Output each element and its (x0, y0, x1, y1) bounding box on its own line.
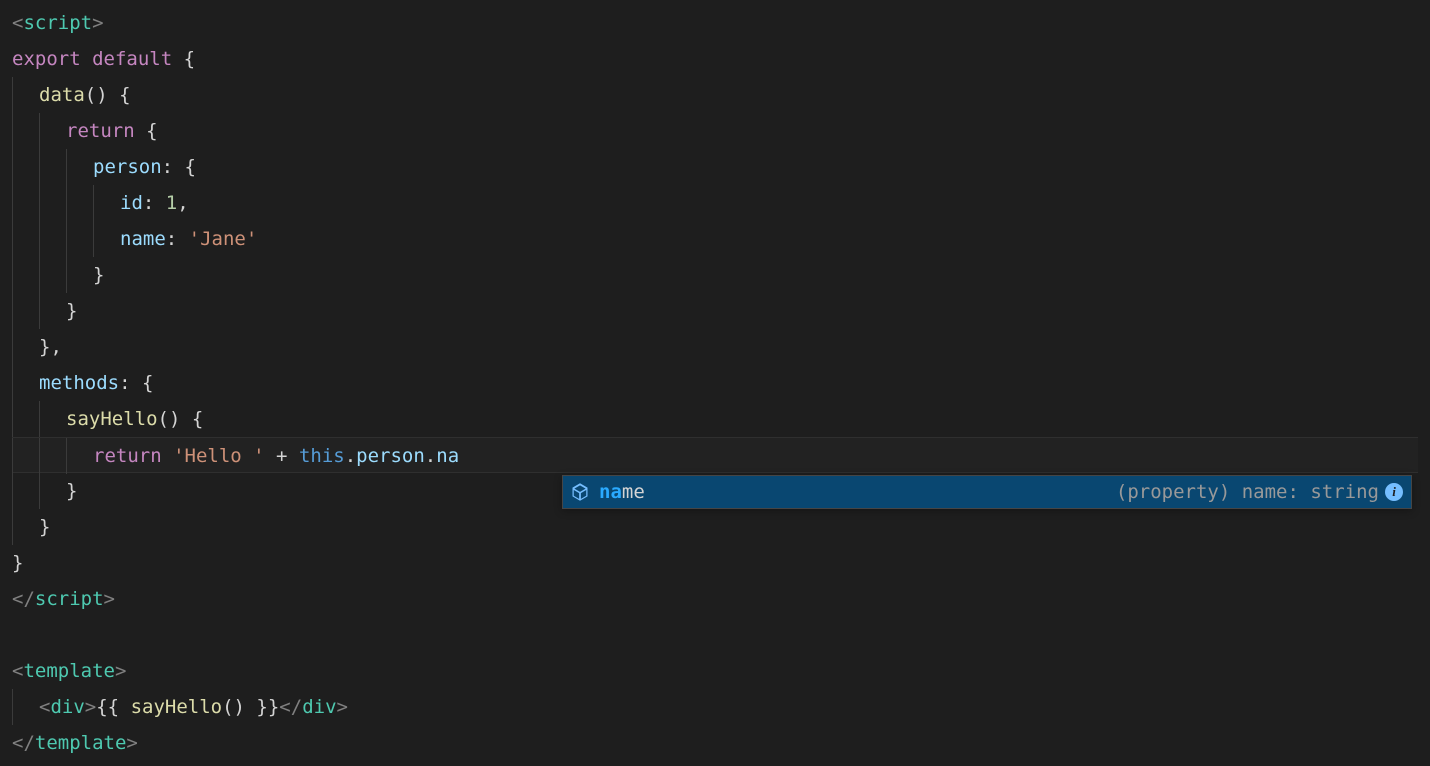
code-line[interactable]: id: 1, (12, 185, 1418, 221)
code-line[interactable]: }, (12, 329, 1418, 365)
code-line[interactable]: methods: { (12, 365, 1418, 401)
code-line[interactable]: name: 'Jane' (12, 221, 1418, 257)
code-line[interactable]: data() { (12, 77, 1418, 113)
code-line[interactable]: } (12, 509, 1418, 545)
code-line[interactable]: <script> (12, 5, 1418, 41)
code-line[interactable]: sayHello() { (12, 401, 1418, 437)
code-line[interactable]: return 'Hello ' + this.person.na (12, 437, 1418, 473)
code-line[interactable]: } (12, 257, 1418, 293)
code-editor[interactable]: <script>export default {data() {return {… (0, 0, 1430, 766)
autocomplete-detail: (property) name: string i (1116, 474, 1411, 510)
code-line[interactable]: return { (12, 113, 1418, 149)
code-line[interactable]: } (12, 545, 1418, 581)
property-icon (569, 481, 591, 503)
code-line[interactable]: export default { (12, 41, 1418, 77)
code-line[interactable]: } (12, 293, 1418, 329)
autocomplete-popup[interactable]: name (property) name: string i (562, 475, 1412, 509)
code-line[interactable] (12, 617, 1418, 653)
code-line[interactable]: </template> (12, 725, 1418, 761)
code-line[interactable]: <div>{{ sayHello() }}</div> (12, 689, 1418, 725)
code-line[interactable]: </script> (12, 581, 1418, 617)
code-line[interactable]: person: { (12, 149, 1418, 185)
code-line[interactable]: <template> (12, 653, 1418, 689)
autocomplete-item[interactable]: name (property) name: string i (563, 476, 1411, 508)
autocomplete-label: name (599, 474, 645, 510)
info-icon[interactable]: i (1385, 483, 1403, 501)
